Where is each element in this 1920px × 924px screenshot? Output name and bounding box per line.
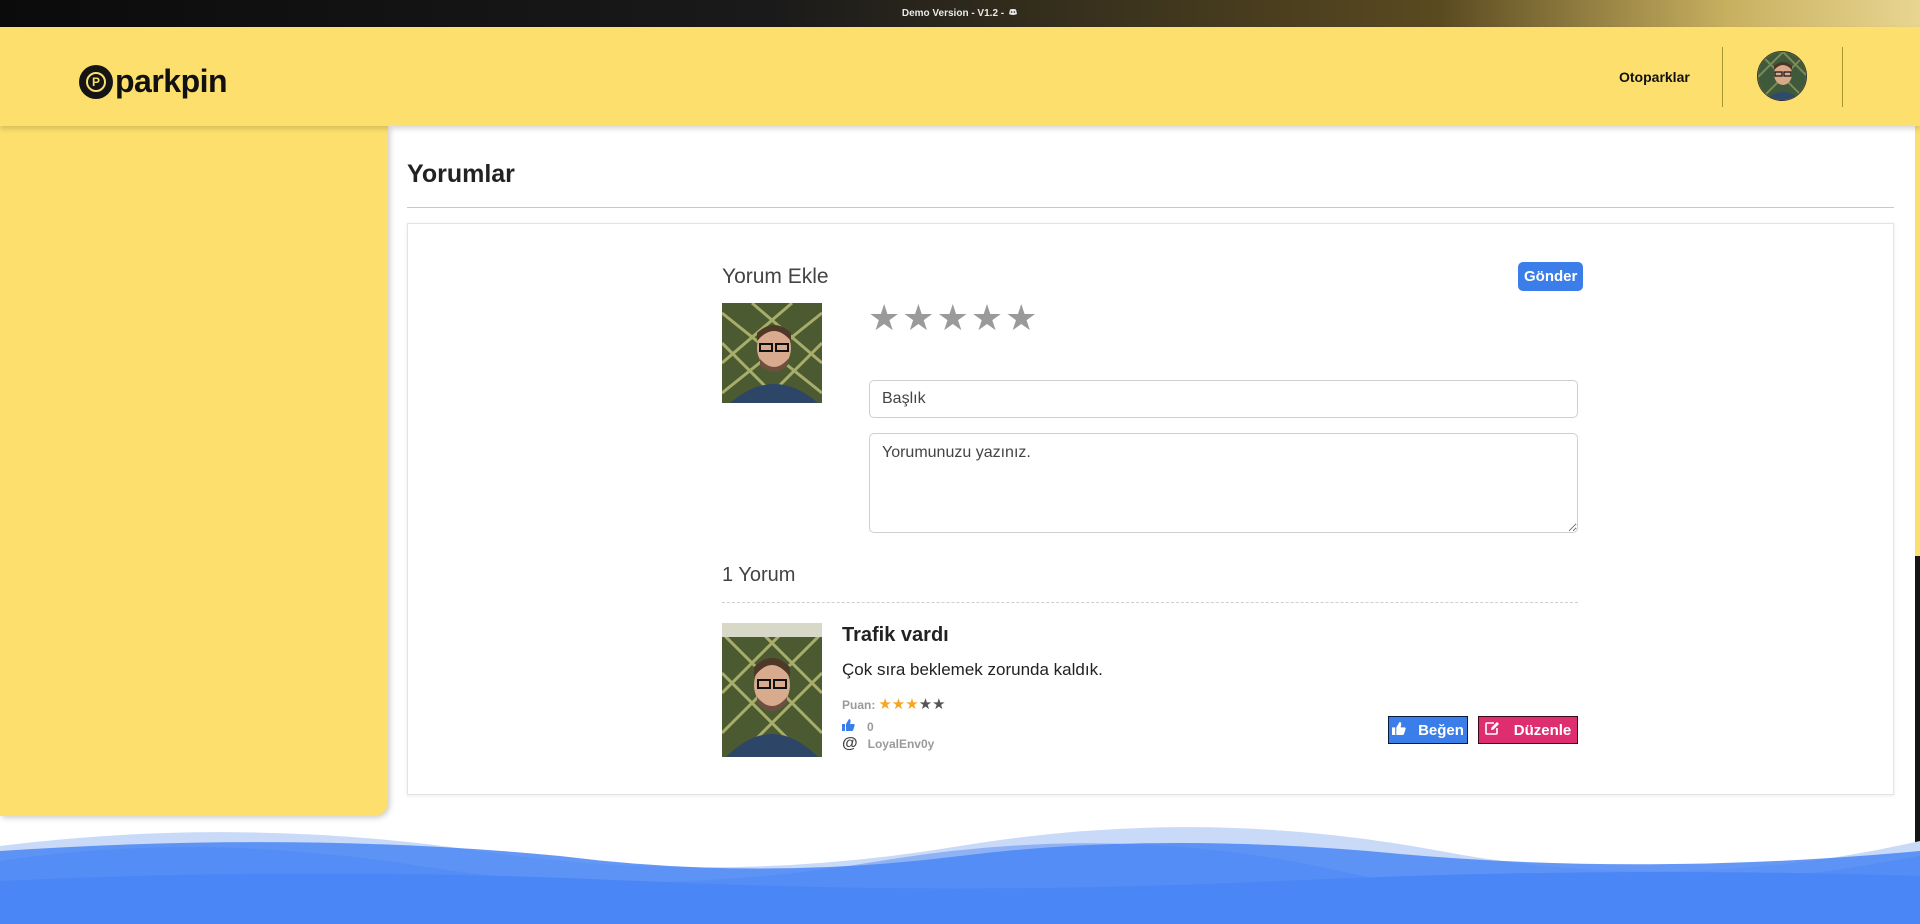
user-photo [722,303,822,403]
star-filled-icon: ★ [878,696,892,713]
star-filled-icon: ★ [891,696,906,713]
comment-count: 1 Yorum [722,564,796,586]
review-author: @ LoyalEnv0y [842,735,934,753]
parking-pin-icon: P [79,64,113,99]
review-score: Puan: ★★★★★ [842,696,946,714]
username: LoyalEnv0y [867,737,935,751]
discord-icon[interactable] [1008,8,1018,19]
like-count-row: 0 [842,718,874,736]
rating-star-icon[interactable]: ★ [902,300,934,336]
like-count: 0 [867,720,874,734]
review-title: Trafik vardı [842,624,949,646]
score-label: Puan: [842,698,876,712]
reviewer-photo [722,623,822,757]
rating-star-icon[interactable]: ★ [937,300,969,336]
edit-button[interactable]: Düzenle [1478,716,1578,744]
edit-icon [1484,721,1500,739]
rating-star-icon[interactable]: ★ [1005,300,1037,336]
top-navbar: P parkpin Otoparklar [0,27,1920,126]
comment-text-input[interactable] [869,433,1578,533]
review-text: Çok sıra beklemek zorunda kaldık. [842,660,1103,679]
nav-divider [1842,47,1843,107]
page-title: Yorumlar [407,160,515,188]
comment-title-input[interactable] [869,380,1578,418]
rating-star-icon[interactable]: ★ [868,300,900,336]
avatar[interactable] [1757,51,1807,101]
scrollbar-thumb[interactable] [1915,556,1920,856]
sidebar [0,126,388,816]
add-comment-title: Yorum Ekle [722,265,829,288]
score-stars: ★★★★★ [878,696,945,714]
rating-star-icon[interactable]: ★ [971,300,1003,336]
star-empty-icon: ★ [918,696,933,713]
nav-divider [1722,47,1723,107]
like-button-label: Beğen [1418,721,1464,739]
comments-divider [722,602,1578,603]
demo-version-text: Demo Version - V1.2 - [901,8,1005,19]
title-divider [407,207,1894,208]
star-empty-icon: ★ [932,696,946,713]
logo-text: parkpin [115,63,228,99]
send-button[interactable]: Gönder [1518,262,1584,291]
parkpin-logo[interactable]: P parkpin [79,63,228,100]
like-button[interactable]: Beğen [1388,716,1468,744]
at-icon: @ [842,735,858,752]
edit-button-label: Düzenle [1513,721,1572,739]
footer-waves [0,827,1920,924]
thumbs-up-icon [1392,721,1406,739]
star-filled-icon: ★ [905,696,919,713]
demo-version-bar: Demo Version - V1.2 - [0,0,1920,27]
nav-link-otoparklar[interactable]: Otoparklar [1619,69,1690,85]
thumbs-up-icon [842,718,855,736]
rating-input[interactable]: ★ ★ ★ ★ ★ [868,300,1037,336]
